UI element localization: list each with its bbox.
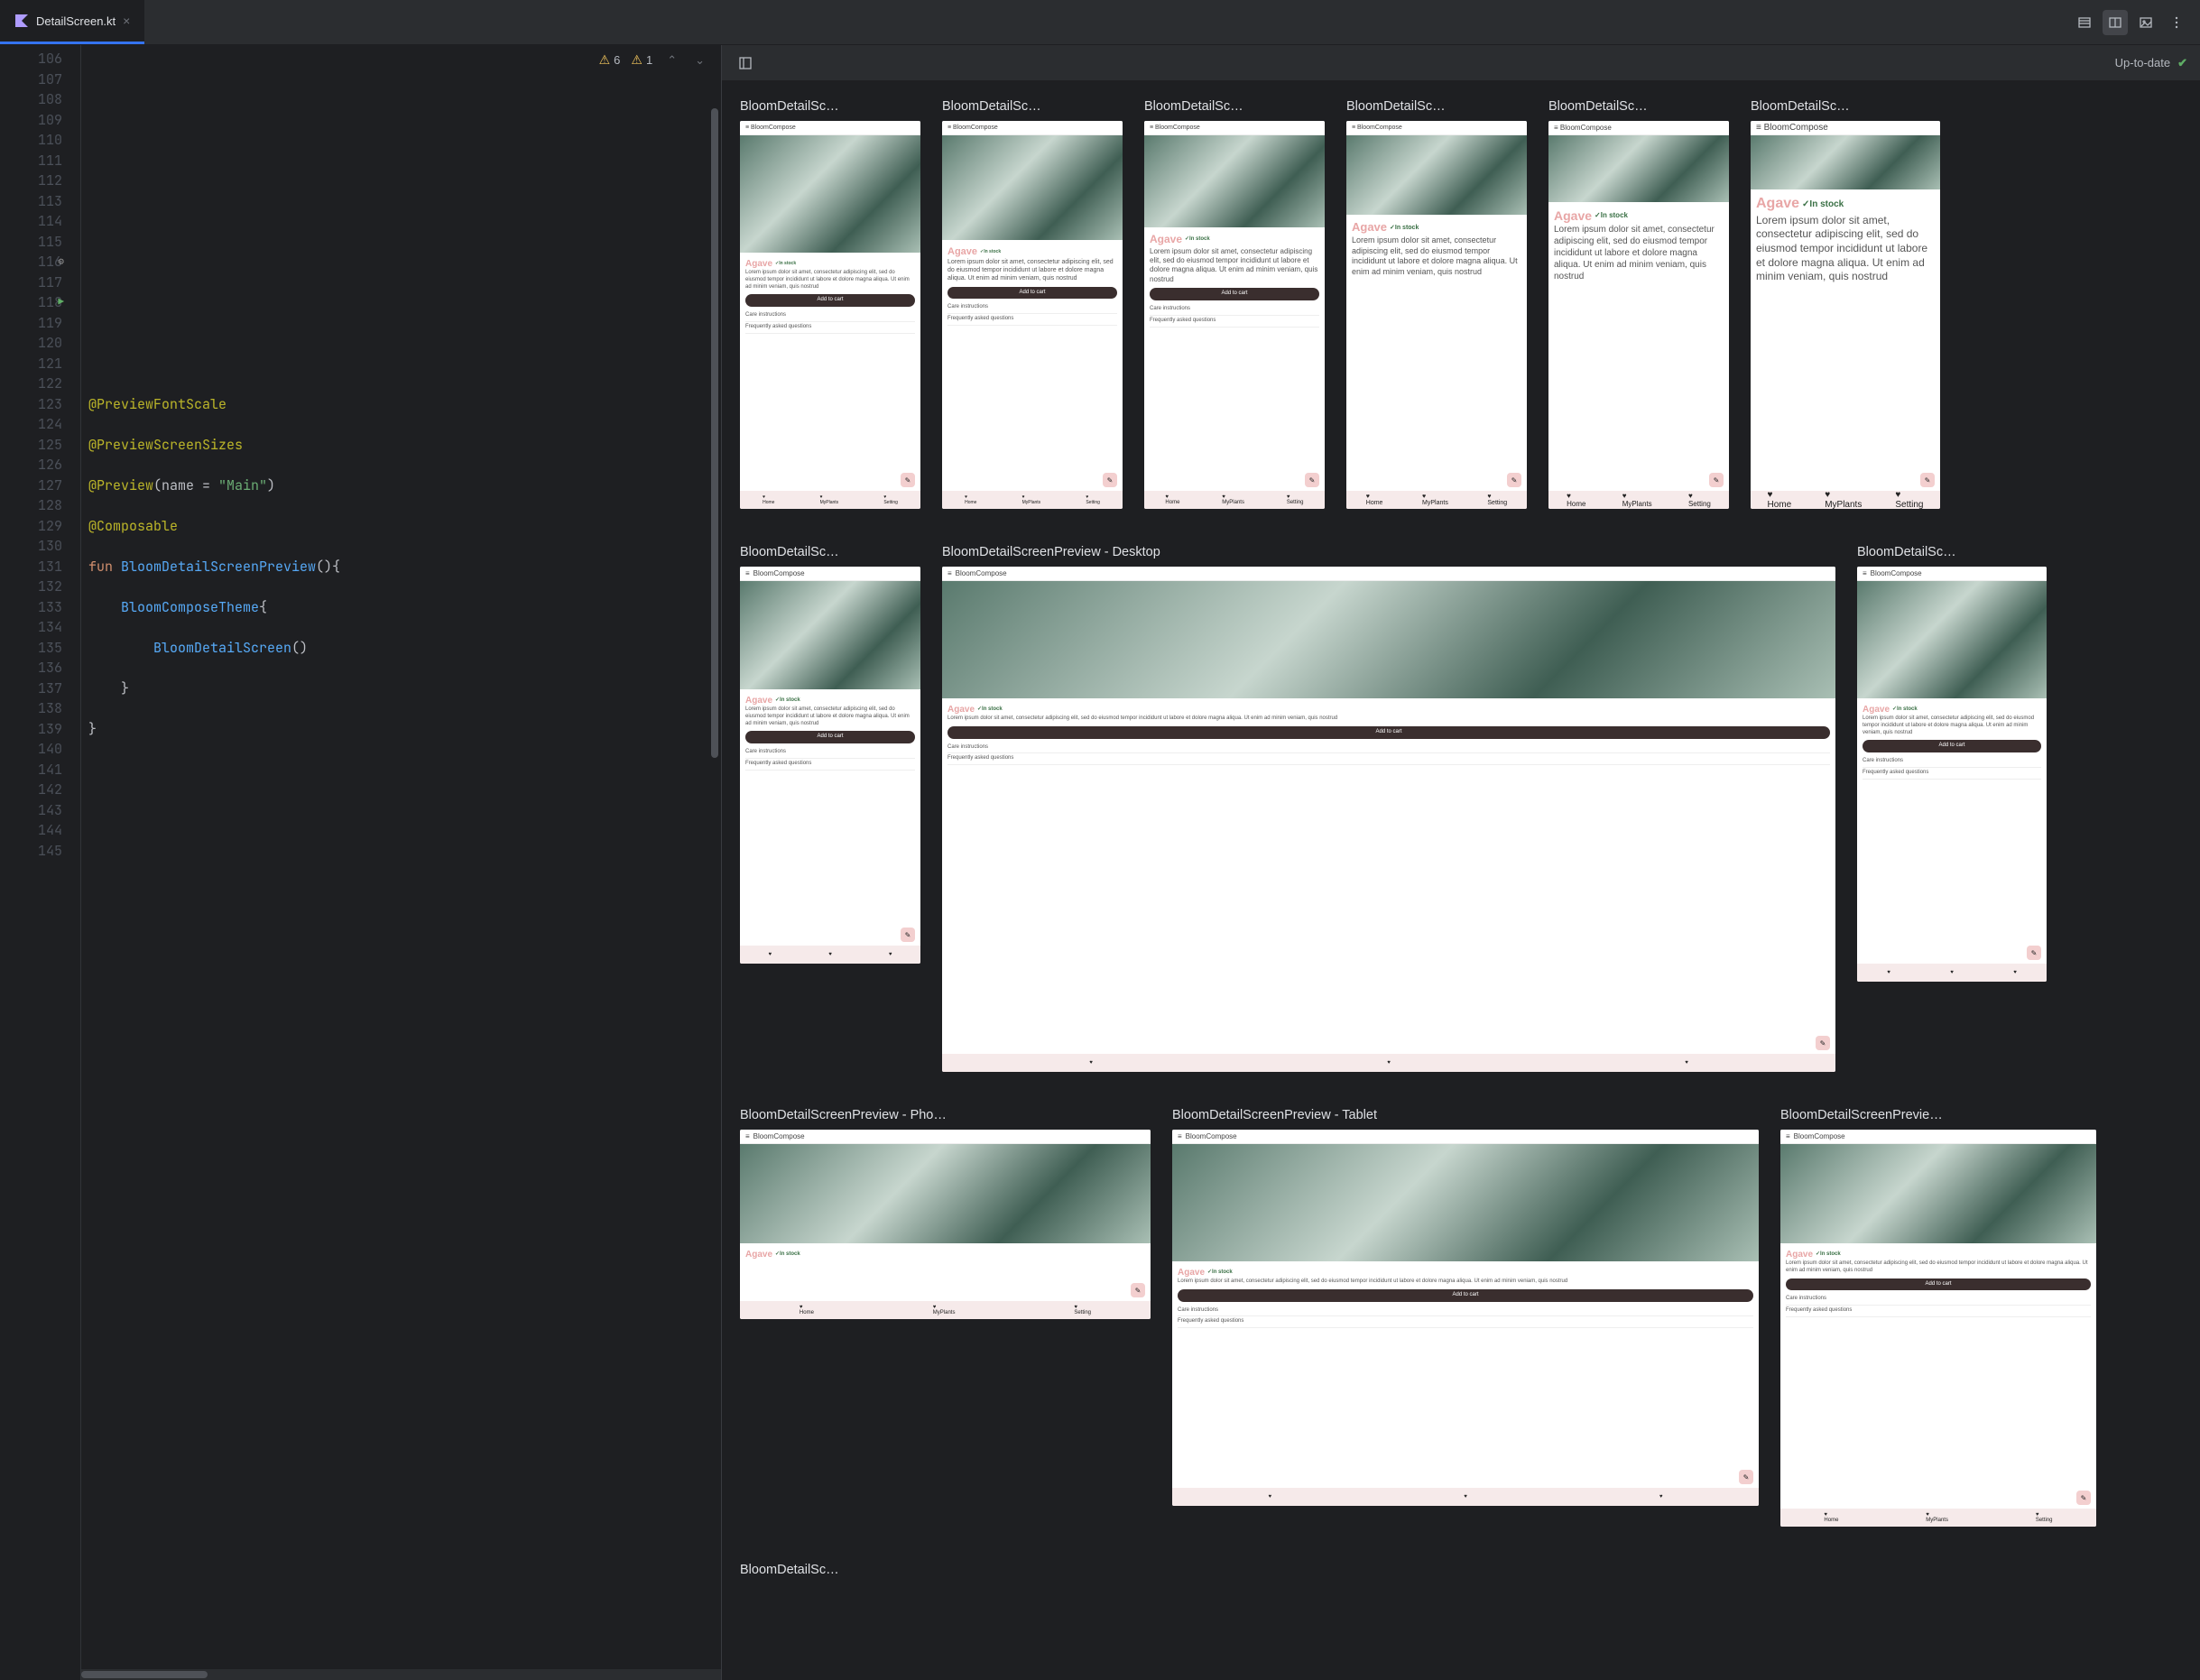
preview-canvas[interactable]: BloomDetailSc…≡ BloomComposeAgave ✓In st…: [722, 81, 2200, 1680]
code-editor-pane: ⚠6 ⚠1 ⌃ ⌄ 106107108109110111112113114115…: [0, 45, 722, 1680]
preview-item[interactable]: BloomDetailScreenPrevie… ≡ BloomCompose …: [1780, 1108, 2096, 1527]
design-view-button[interactable]: [2133, 10, 2158, 35]
close-tab-icon[interactable]: ×: [123, 14, 130, 28]
next-highlight-button[interactable]: ⌄: [691, 53, 708, 68]
preview-row: BloomDetailScreenPreview - Pho… ≡ BloomC…: [740, 1108, 2182, 1527]
preview-layout-button[interactable]: [735, 52, 756, 74]
preview-item[interactable]: BloomDetailSc…≡ BloomComposeAgave ✓In st…: [1751, 99, 1940, 509]
file-tab[interactable]: DetailScreen.kt ×: [0, 0, 144, 44]
code-area[interactable]: @PreviewFontScale @PreviewScreenSizes @P…: [81, 45, 721, 1680]
check-icon: ✔: [2177, 56, 2187, 70]
preview-row: BloomDetailSc… ≡ BloomCompose Agave ✓In …: [740, 545, 2182, 1072]
preview-item[interactable]: BloomDetailScreenPreview - Tablet ≡ Bloo…: [1172, 1108, 1759, 1506]
preview-item[interactable]: BloomDetailScreenPreview - Pho… ≡ BloomC…: [740, 1108, 1151, 1319]
code-view-button[interactable]: [2072, 10, 2097, 35]
tab-bar: DetailScreen.kt ×: [0, 0, 2200, 45]
split-view-button[interactable]: [2103, 10, 2128, 35]
line-number-gutter: 106107108109110111112113114115116⚙117118…: [0, 45, 81, 1680]
preview-item[interactable]: BloomDetailSc… ≡ BloomCompose Agave ✓In …: [1857, 545, 2047, 982]
preview-item[interactable]: BloomDetailSc…≡ BloomComposeAgave ✓In st…: [1346, 99, 1527, 509]
compose-preview-pane: Up-to-date ✔ BloomDetailSc…≡ BloomCompos…: [722, 45, 2200, 1680]
preview-status: Up-to-date ✔: [2115, 56, 2187, 70]
warning-icon: ⚠: [599, 52, 611, 68]
preview-item[interactable]: BloomDetailSc…: [740, 1563, 929, 1577]
preview-item[interactable]: BloomDetailScreenPreview - Desktop ≡ Blo…: [942, 545, 1835, 1072]
more-options-button[interactable]: [2164, 10, 2189, 35]
preview-item[interactable]: BloomDetailSc… ≡ BloomCompose Agave ✓In …: [740, 545, 920, 964]
vertical-scrollbar[interactable]: [708, 45, 721, 1680]
inspection-widget[interactable]: ⚠6 ⚠1 ⌃ ⌄: [599, 52, 708, 68]
preview-item[interactable]: BloomDetailSc…≡ BloomComposeAgave ✓In st…: [740, 99, 920, 509]
horizontal-scrollbar[interactable]: [81, 1669, 721, 1680]
code-editor[interactable]: 106107108109110111112113114115116⚙117118…: [0, 45, 721, 1680]
tab-title: DetailScreen.kt: [36, 14, 116, 28]
preview-item[interactable]: BloomDetailSc…≡ BloomComposeAgave ✓In st…: [1144, 99, 1325, 509]
weak-warning-icon: ⚠: [631, 52, 642, 68]
preview-item[interactable]: BloomDetailSc…≡ BloomComposeAgave ✓In st…: [1548, 99, 1729, 509]
preview-toolbar: Up-to-date ✔: [722, 45, 2200, 81]
preview-item[interactable]: BloomDetailSc…≡ BloomComposeAgave ✓In st…: [942, 99, 1123, 509]
preview-row: BloomDetailSc…: [740, 1563, 2182, 1577]
kotlin-file-icon: [14, 14, 29, 28]
prev-highlight-button[interactable]: ⌃: [663, 53, 680, 68]
editor-view-actions: [2072, 10, 2189, 35]
